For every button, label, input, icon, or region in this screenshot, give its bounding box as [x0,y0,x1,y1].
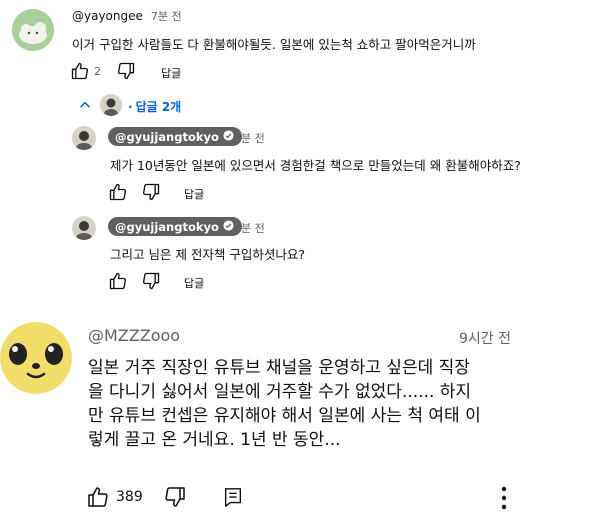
comment-line: 만 유튜브 컨셉은 유지해야 해서 일본에 사는 척 여태 이 [88,406,481,426]
thumb-up-icon[interactable] [108,182,128,202]
thumb-up-icon[interactable] [86,485,110,509]
comment-text: 이거 구입한 사람들도 다 환불해야될듯. 일본에 있는척 쇼하고 팔아먹은거니… [72,37,476,52]
avatar[interactable] [72,216,96,240]
thumb-down-icon[interactable] [163,485,187,509]
avatar[interactable] [12,9,54,51]
thumb-up-icon[interactable] [108,271,128,291]
comment-time: 7분 전 [150,10,182,23]
comment-time: 9시간 전 [459,331,511,347]
reply-time: 3분 전 [234,132,265,145]
verified-check-icon [223,219,234,234]
reply-author: @gyujjangtokyo [115,219,219,234]
comment-line: 일본 거주 직장인 유튜브 채널을 운영하고 싶은데 직장 [88,358,470,378]
reply-time: 2분 전 [234,222,265,235]
reply-button[interactable]: 답글 [184,275,204,291]
comment-author[interactable]: @MZZZooo [88,326,180,345]
comment-text: 일본 거주 직장인 유튜브 채널을 운영하고 싶은데 직장 을 다니기 싫어서 … [88,356,481,452]
like-count: 2 [94,65,101,78]
author-badge[interactable]: @gyujjangtokyo [108,217,242,236]
reply-button[interactable]: 답글 [184,186,204,202]
reply-author: @gyujjangtokyo [115,129,219,144]
author-badge[interactable]: @gyujjangtokyo [108,127,242,146]
comment-line: 렇게 끌고 온 거네요. 1년 반 동안... [88,430,341,450]
replies-toggle-label: 답글 2개 [135,100,182,114]
verified-check-icon [223,129,234,144]
more-vert-icon[interactable] [496,484,512,512]
reply-button[interactable]: 답글 [161,65,181,81]
reply-text: 제가 10년동안 일본에 있으면서 경험한걸 책으로 만들었는데 왜 환불해야하… [110,158,521,173]
avatar[interactable] [0,322,72,394]
thumb-up-icon[interactable] [70,61,90,81]
like-count: 389 [116,489,143,505]
replies-toggle[interactable]: · 답글 2개 [128,98,181,115]
thumb-down-icon[interactable] [141,271,161,291]
comment-header: @yayongee 7분 전 [72,8,182,24]
comment-line: 을 다니기 싫어서 일본에 거주할 수가 없었다...... 하지 [88,382,472,402]
thumb-down-icon[interactable] [116,61,136,81]
reply-text: 그리고 님은 제 전자책 구입하셧나요? [110,247,306,262]
chevron-up-icon[interactable] [78,98,92,112]
thumb-down-icon[interactable] [141,182,161,202]
comment-author[interactable]: @yayongee [72,9,143,23]
avatar [100,94,122,116]
reply-icon[interactable] [222,486,244,508]
avatar[interactable] [72,126,96,150]
replies-dot: · [128,99,133,114]
